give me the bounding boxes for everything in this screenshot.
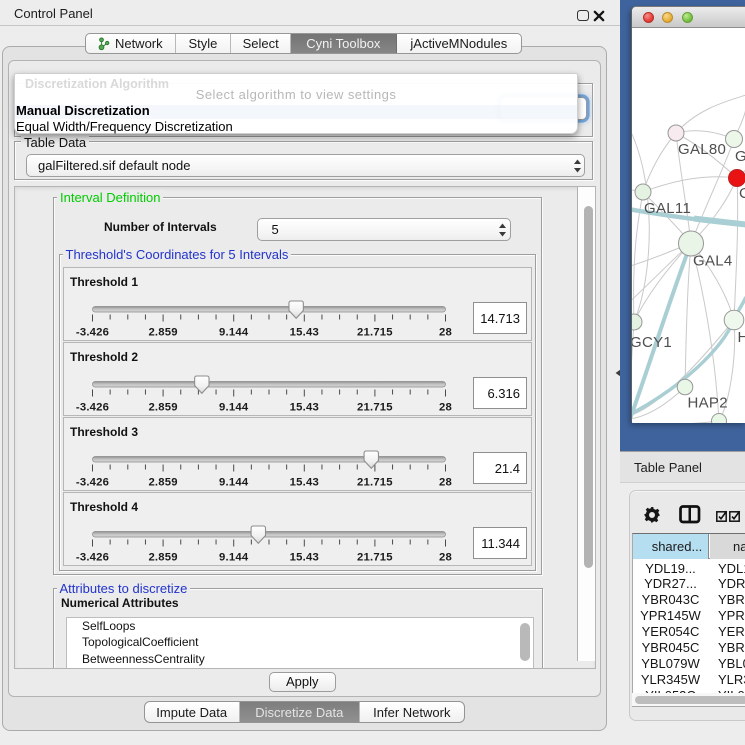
svg-text:2.859: 2.859 <box>148 552 177 564</box>
svg-text:15.43: 15.43 <box>289 477 318 489</box>
svg-text:-3.426: -3.426 <box>75 327 108 339</box>
svg-text:-3.426: -3.426 <box>75 402 108 414</box>
svg-text:28: 28 <box>439 327 452 339</box>
svg-text:HAP1: HAP1 <box>738 329 745 346</box>
svg-text:28: 28 <box>439 552 452 564</box>
svg-text:GAL11: GAL11 <box>644 200 691 217</box>
svg-text:GCY1: GCY1 <box>632 334 672 351</box>
svg-text:15.43: 15.43 <box>289 552 318 564</box>
svg-text:9.144: 9.144 <box>219 327 249 339</box>
svg-text:2.859: 2.859 <box>148 402 177 414</box>
svg-text:-3.426: -3.426 <box>75 477 108 489</box>
svg-text:9.144: 9.144 <box>219 402 249 414</box>
svg-text:15.43: 15.43 <box>289 402 318 414</box>
svg-text:CYC8: CYC8 <box>739 185 745 202</box>
svg-text:28: 28 <box>439 477 452 489</box>
svg-text:15.43: 15.43 <box>289 327 318 339</box>
svg-text:GAL2: GAL2 <box>735 148 745 165</box>
svg-text:2.859: 2.859 <box>148 477 177 489</box>
svg-text:HAP2: HAP2 <box>688 395 728 412</box>
svg-text:9.144: 9.144 <box>219 552 249 564</box>
svg-text:21.715: 21.715 <box>357 477 393 489</box>
svg-text:21.715: 21.715 <box>357 552 393 564</box>
svg-text:2.859: 2.859 <box>148 327 177 339</box>
svg-text:9.144: 9.144 <box>219 477 249 489</box>
svg-text:GAL4: GAL4 <box>693 253 733 270</box>
svg-text:21.715: 21.715 <box>357 327 393 339</box>
svg-text:GAL80: GAL80 <box>678 141 726 158</box>
svg-text:21.715: 21.715 <box>357 402 393 414</box>
svg-text:28: 28 <box>439 402 452 414</box>
svg-text:-3.426: -3.426 <box>75 552 108 564</box>
